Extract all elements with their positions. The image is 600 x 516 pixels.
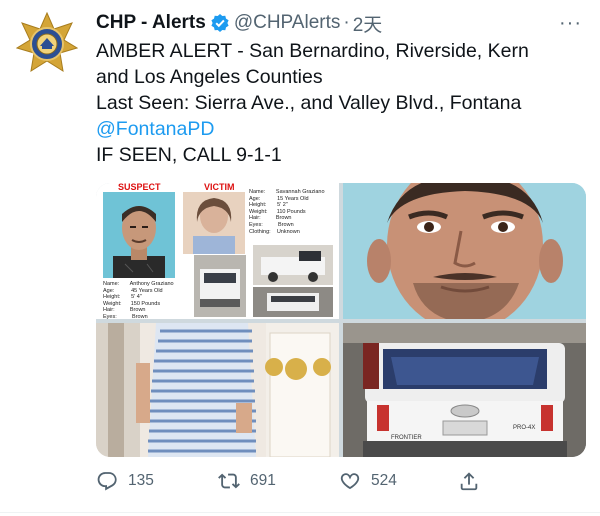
- reply-count: 135: [128, 472, 154, 489]
- more-options-icon[interactable]: ···: [559, 12, 582, 35]
- truck-photo-small: [194, 255, 246, 317]
- tweet-line: Last Seen: Sierra Ave., and Valley Blvd.…: [96, 92, 522, 114]
- victim-photo: [183, 192, 245, 254]
- tweet-card[interactable]: CHP - Alerts @CHPAlerts · 2天 ··· AMBER A…: [0, 0, 600, 516]
- suspect-photo: [103, 192, 175, 278]
- media-flyer-image[interactable]: SUSPECT VICTIM Name: Savannah Graziano A…: [96, 183, 339, 319]
- media-truck-rear-image[interactable]: FRONTIER PRO-4X: [343, 323, 586, 457]
- reply-icon: [97, 472, 117, 491]
- tweet-text: AMBER ALERT - San Bernardino, Riverside,…: [96, 38, 586, 168]
- victim-info: Name: Savannah Graziano Age: 15 Years Ol…: [249, 189, 325, 235]
- avatar[interactable]: [15, 11, 79, 74]
- reply-button[interactable]: 135: [96, 470, 154, 492]
- tweet-actions: 135 691 524: [96, 470, 586, 498]
- like-count: 524: [371, 472, 397, 489]
- media-suspect-closeup-image[interactable]: [343, 183, 586, 319]
- tweet-timestamp[interactable]: 2天: [353, 10, 383, 37]
- like-button[interactable]: 524: [339, 470, 397, 492]
- media-grid: SUSPECT VICTIM Name: Savannah Graziano A…: [96, 183, 586, 457]
- chp-badge-logo: [15, 11, 79, 73]
- tweet-line: IF SEEN, CALL 9-1-1: [96, 144, 282, 166]
- retweet-icon: [218, 473, 240, 489]
- retweet-button[interactable]: 691: [218, 470, 276, 492]
- truck-rear-photo: [253, 287, 333, 317]
- share-button[interactable]: [458, 470, 490, 492]
- divider: [0, 512, 600, 513]
- verified-badge-icon: [210, 13, 230, 33]
- victim-label: VICTIM: [204, 183, 235, 192]
- author-handle[interactable]: @CHPAlerts: [234, 12, 341, 34]
- media-victim-doorway-image[interactable]: [96, 323, 339, 457]
- mention-link[interactable]: @FontanaPD: [96, 116, 586, 142]
- suspect-info: Name: Anthony Graziano Age: 45 Years Old…: [103, 281, 174, 319]
- truck-side-photo: [253, 245, 333, 285]
- share-icon: [460, 472, 478, 491]
- tweet-line: AMBER ALERT - San Bernardino, Riverside,…: [96, 40, 529, 62]
- tweet-header: CHP - Alerts @CHPAlerts · 2天 ···: [96, 10, 586, 36]
- truck-model-text: PRO-4X: [513, 425, 535, 431]
- heart-icon: [340, 473, 360, 490]
- author-name[interactable]: CHP - Alerts: [96, 12, 206, 34]
- header-separator: ·: [343, 12, 350, 33]
- suspect-label: SUSPECT: [118, 183, 161, 192]
- tweet-line: and Los Angeles Counties: [96, 66, 323, 88]
- retweet-count: 691: [250, 472, 276, 489]
- truck-brand-text: FRONTIER: [391, 435, 422, 441]
